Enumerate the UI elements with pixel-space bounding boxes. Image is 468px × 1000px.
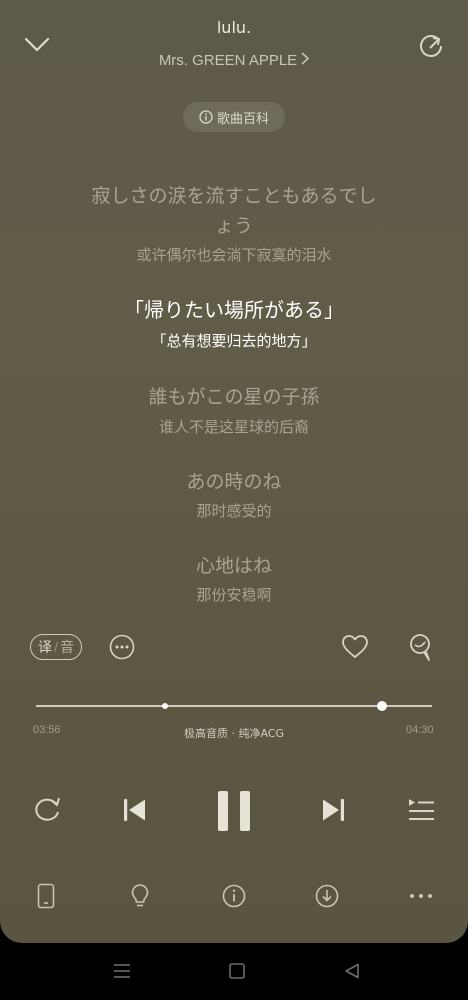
lyric-line: 心地はね [195,555,272,577]
like-button[interactable] [340,632,370,662]
previous-button[interactable] [118,794,150,826]
more-options-button[interactable] [108,633,136,661]
heart-icon [342,635,368,658]
back-triangle-icon [345,963,359,979]
download-button[interactable] [313,882,341,910]
overflow-menu-button[interactable] [406,884,436,908]
share-button[interactable] [414,29,448,63]
song-wiki-button[interactable]: 歌曲百科 [183,102,285,132]
chevron-right-icon [301,52,310,69]
lyric-line: ょう [214,215,253,237]
share-icon [420,35,442,57]
menu-icon [114,964,130,978]
info-icon [222,884,246,908]
lyric-line: 誰もがこの星の子孫 [148,386,320,408]
lyric-line-active: 「帰りたい場所がある」 [124,298,344,322]
pause-button[interactable] [212,788,256,834]
home-square-icon [229,963,245,979]
comment-icon [410,634,430,661]
translate-label: 译 [37,640,52,656]
audio-quality[interactable]: 极高音质 · 纯净ACG [0,725,468,741]
lyric-translation: 谁人不是这星球的后裔 [158,418,309,436]
back-nav-button[interactable] [338,960,366,982]
device-button[interactable] [33,881,59,911]
artist-name: Mrs. GREEN APPLE [158,52,298,69]
home-nav-button[interactable] [223,960,251,982]
progress-knob[interactable] [377,701,388,711]
next-button[interactable] [318,794,350,826]
playlist-button[interactable] [404,794,438,826]
song-info-button[interactable] [220,882,248,910]
total-time: 04:30 [406,724,434,736]
phone-icon [37,883,55,909]
lyric-translation-active: 「总有想要归去的地方」 [151,332,317,350]
download-icon [315,884,339,908]
progress-bar[interactable] [36,705,432,707]
repeat-button[interactable] [30,794,64,826]
translate-toggle[interactable]: 译 / 音 [30,634,82,660]
song-title: lulu. [216,18,252,37]
info-icon [199,110,213,124]
next-icon [323,799,344,821]
wiki-label: 歌曲百科 [216,111,269,127]
comment-button[interactable] [406,632,436,664]
more-horizontal-icon [410,894,432,898]
lyric-translation: 那份安稳啊 [196,586,272,604]
more-circle-icon [109,634,135,660]
toggle-separator: / [53,640,59,654]
playlist-icon [409,799,434,820]
previous-icon [124,799,145,821]
player-screen: lulu. Mrs. GREEN APPLE 歌曲百科 寂しさの涙を流すこともあ… [0,0,468,943]
lightbulb-icon [131,884,149,907]
sound-label: 音 [60,640,75,656]
lyric-translation: 或许偶尔也会淌下寂寞的泪水 [136,246,332,264]
repeat-icon [35,797,60,821]
lyric-line: あの時のね [186,471,282,493]
hint-button[interactable] [127,881,153,911]
lyric-translation: 那时感受的 [196,502,272,520]
chevron-down-icon [24,37,50,52]
progress-marker [162,703,168,709]
menu-nav-button[interactable] [108,960,136,982]
pause-icon [218,791,250,831]
artist-link[interactable]: Mrs. GREEN APPLE [0,52,468,69]
system-nav-bar [0,943,468,1000]
lyric-line: 寂しさの涙を流すこともあるでし [91,185,377,207]
